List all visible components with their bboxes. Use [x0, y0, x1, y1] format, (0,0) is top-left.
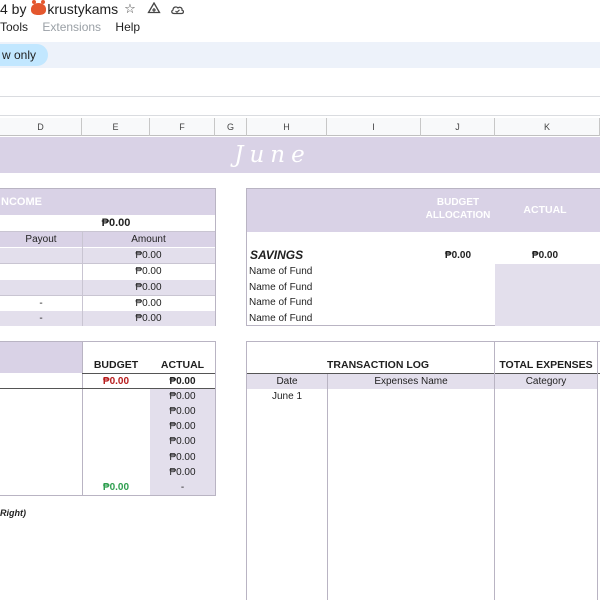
income-title: NCOME — [0, 189, 215, 215]
menu-extensions[interactable]: Extensions — [42, 20, 101, 34]
view-only-button[interactable]: w only — [0, 44, 49, 66]
document-title[interactable]: 4 by krustykams — [0, 0, 119, 17]
log-col-expense-name: Expenses Name — [327, 374, 495, 389]
log-col-date: Date — [247, 374, 327, 389]
menu-bar: Tools Extensions Help — [0, 20, 151, 34]
expenses-note: Right) — [0, 508, 26, 518]
fund-name-3[interactable]: Name of Fund — [249, 295, 419, 310]
menu-help[interactable]: Help — [115, 20, 140, 34]
income-col-amount: Amount — [82, 232, 215, 247]
expenses-actual-3[interactable]: ₱0.00 — [150, 419, 215, 434]
column-header-f[interactable]: F — [150, 118, 215, 136]
log-col-category: Category — [495, 374, 597, 389]
divider — [0, 263, 215, 264]
title-username: krustykams — [47, 1, 119, 17]
column-header-d[interactable]: D — [0, 118, 82, 136]
expenses-actual-5[interactable]: ₱0.00 — [150, 450, 215, 465]
savings-col-budget: BUDGET ALLOCATION — [425, 197, 491, 221]
savings-label: SAVINGS — [250, 248, 304, 262]
formula-bar[interactable] — [0, 96, 600, 116]
divider — [494, 342, 495, 600]
income-payout-4[interactable]: - — [0, 296, 82, 311]
savings-actual-cells[interactable] — [495, 264, 600, 326]
title-prefix: 4 by — [0, 1, 31, 17]
income-amount-4[interactable]: ₱0.00 — [82, 296, 215, 311]
expenses-header-fill — [0, 342, 82, 373]
column-header-e[interactable]: E — [82, 118, 150, 136]
savings-actual: ₱0.00 — [531, 250, 559, 261]
crab-emoji-icon — [31, 0, 47, 15]
column-header-h[interactable]: H — [247, 118, 327, 136]
income-payout-3[interactable] — [0, 280, 82, 295]
income-payout-5[interactable]: - — [0, 311, 82, 326]
income-total: ₱0.00 — [101, 217, 131, 229]
expenses-actual-total: ₱0.00 — [169, 376, 196, 387]
column-header-k[interactable]: K — [495, 118, 600, 136]
divider — [0, 295, 215, 296]
title-bar: 4 by krustykams ☆ Tools Extensions Help — [0, 0, 600, 42]
move-to-drive-icon[interactable] — [146, 1, 162, 17]
column-headers: D E F G H I J K — [0, 118, 600, 136]
expenses-actual-1[interactable]: ₱0.00 — [150, 389, 215, 404]
expenses-col-budget: BUDGET — [93, 359, 139, 371]
income-payout-1[interactable] — [0, 248, 82, 263]
column-header-g[interactable]: G — [215, 118, 247, 136]
expenses-actual-4[interactable]: ₱0.00 — [150, 434, 215, 449]
expenses-actual-6[interactable]: ₱0.00 — [150, 465, 215, 480]
month-title: June — [234, 142, 311, 168]
income-amount-1[interactable]: ₱0.00 — [82, 248, 215, 263]
expenses-footer-actual: - — [180, 482, 185, 493]
expenses-budget-total: ₱0.00 — [102, 376, 130, 387]
savings-budget: ₱0.00 — [444, 250, 472, 261]
star-icon[interactable]: ☆ — [122, 1, 138, 17]
savings-col-actual: ACTUAL — [523, 204, 567, 216]
expenses-col-actual: ACTUAL — [160, 359, 205, 371]
menu-tools[interactable]: Tools — [0, 20, 28, 34]
income-amount-2[interactable]: ₱0.00 — [82, 264, 215, 279]
income-col-payout: Payout — [0, 232, 82, 247]
total-expenses-label: TOTAL EXPENSES — [499, 359, 593, 371]
fund-name-1[interactable]: Name of Fund — [249, 264, 419, 279]
income-payout-2[interactable] — [0, 264, 82, 279]
expenses-footer-budget: ₱0.00 — [102, 482, 130, 493]
divider — [0, 231, 215, 232]
income-amount-3[interactable]: ₱0.00 — [82, 280, 215, 295]
column-header-i[interactable]: I — [327, 118, 421, 136]
transaction-log-title: TRANSACTION LOG — [327, 359, 430, 371]
expenses-actual-2[interactable]: ₱0.00 — [150, 404, 215, 419]
column-header-j[interactable]: J — [421, 118, 495, 136]
income-amount-5[interactable]: ₱0.00 — [82, 311, 215, 326]
fund-name-2[interactable]: Name of Fund — [249, 280, 419, 295]
fund-name-4[interactable]: Name of Fund — [249, 311, 419, 326]
divider — [82, 232, 83, 326]
cloud-status-icon[interactable] — [169, 1, 185, 17]
log-date-1[interactable]: June 1 — [247, 389, 327, 404]
divider — [327, 374, 328, 600]
toolbar: w only — [0, 42, 600, 68]
divider — [597, 342, 598, 600]
